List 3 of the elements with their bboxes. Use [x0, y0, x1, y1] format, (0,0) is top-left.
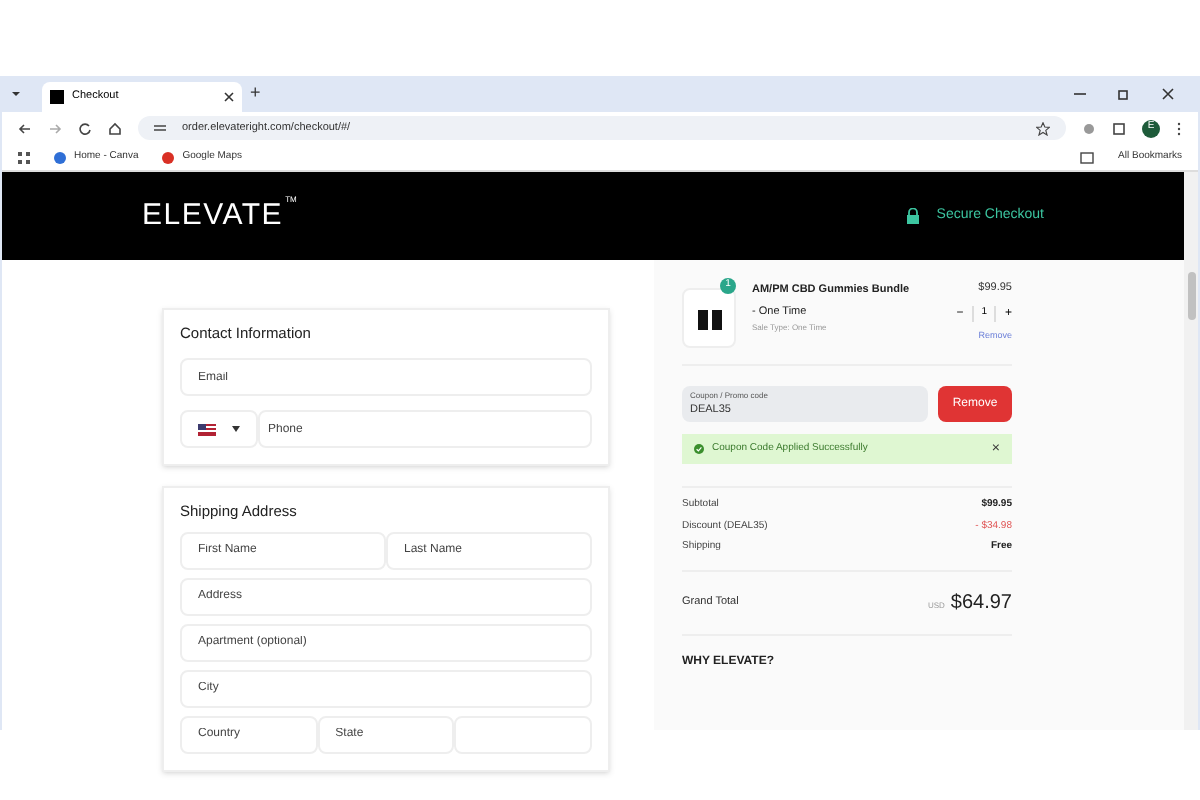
elevate-logo[interactable]: ELEVATE: [142, 193, 284, 239]
new-tab-button[interactable]: +: [250, 80, 261, 108]
grand-total-value: $64.97: [950, 589, 1012, 617]
